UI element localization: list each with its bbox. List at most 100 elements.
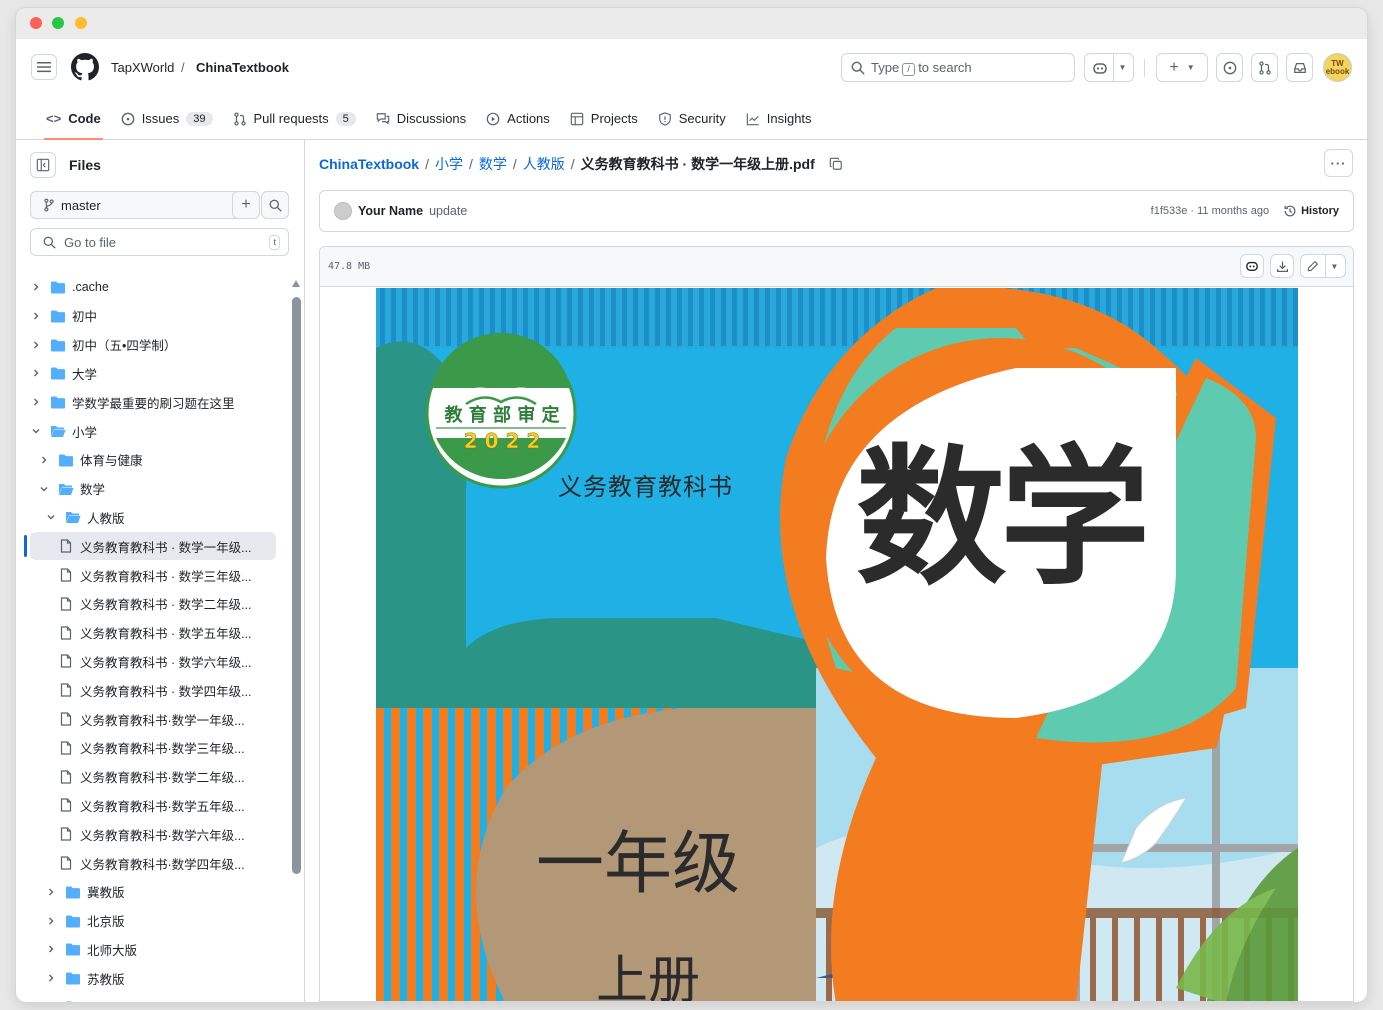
edit-file-button[interactable]: ▼ bbox=[1300, 254, 1346, 278]
history-button[interactable]: History bbox=[1283, 204, 1339, 218]
tree-file-item[interactable]: 义务教育教科书·数学一年级... bbox=[30, 705, 276, 733]
commit-author[interactable]: Your Name bbox=[358, 204, 423, 218]
tab-actions[interactable]: Actions bbox=[476, 97, 560, 140]
owner-repo-separator: / bbox=[181, 60, 185, 75]
tree-folder-item[interactable]: 北师大版 bbox=[30, 935, 276, 963]
chevron-right-icon[interactable] bbox=[30, 397, 42, 407]
tree-file-item[interactable]: 义务教育教科书 · 数学四年级... bbox=[30, 676, 276, 704]
copy-icon[interactable] bbox=[829, 157, 843, 171]
tab-insights[interactable]: Insights bbox=[736, 97, 822, 140]
go-to-file-input[interactable]: Go to file t bbox=[30, 228, 289, 256]
zoom-window-button[interactable] bbox=[75, 17, 87, 29]
breadcrumb-link-edition[interactable]: 人教版 bbox=[523, 154, 565, 174]
folder-icon bbox=[50, 281, 66, 294]
commit-message[interactable]: update bbox=[429, 204, 467, 218]
download-button[interactable] bbox=[1270, 254, 1294, 278]
pencil-icon bbox=[1307, 260, 1319, 271]
tree-folder-item[interactable]: .cache bbox=[30, 273, 276, 301]
repo-owner-link[interactable]: TapXWorld bbox=[111, 60, 174, 75]
inbox-button[interactable] bbox=[1286, 53, 1313, 82]
tree-file-item[interactable]: 义务教育教科书 · 数学一年级... bbox=[30, 532, 276, 561]
tab-security[interactable]: Security bbox=[648, 97, 736, 140]
tree-item-label: 义务教育教科书 · 数学四年级... bbox=[80, 684, 252, 699]
tree-scrollbar[interactable] bbox=[292, 140, 301, 874]
tree-folder-item[interactable]: 体育与健康 bbox=[30, 446, 276, 474]
breadcrumb-link-primary[interactable]: 小学 bbox=[435, 154, 463, 174]
chevron-down-icon[interactable] bbox=[38, 484, 50, 494]
issues-button[interactable] bbox=[1216, 53, 1243, 82]
tree-file-item[interactable]: 义务教育教科书·数学六年级... bbox=[30, 820, 276, 848]
chevron-right-icon[interactable] bbox=[30, 340, 42, 350]
tree-folder-item[interactable]: 小学 bbox=[30, 417, 276, 445]
tab-code[interactable]: <> Code bbox=[36, 97, 111, 140]
folder-icon bbox=[50, 367, 66, 380]
tab-pull-requests[interactable]: Pull requests 5 bbox=[223, 97, 366, 140]
scrollbar-thumb[interactable] bbox=[292, 297, 301, 874]
tree-folder-item[interactable]: 冀教版 bbox=[30, 878, 276, 906]
copilot-menu-button[interactable]: ▼ bbox=[1084, 53, 1134, 82]
chevron-right-icon[interactable] bbox=[45, 944, 57, 954]
tree-folder-item[interactable]: 西南大学版 bbox=[30, 993, 276, 1002]
tree-file-item[interactable]: 义务教育教科书 · 数学三年级... bbox=[30, 561, 276, 589]
breadcrumb-link-repo[interactable]: ChinaTextbook bbox=[319, 156, 419, 172]
tree-folder-item[interactable]: 人教版 bbox=[30, 503, 276, 531]
github-logo-icon[interactable] bbox=[71, 53, 99, 81]
branch-selector[interactable]: master ▼ bbox=[30, 191, 252, 219]
chevron-right-icon[interactable] bbox=[30, 368, 42, 378]
menu-button[interactable] bbox=[31, 54, 57, 80]
commit-sha-time[interactable]: f1f533e · 11 months ago bbox=[1151, 205, 1269, 217]
chevron-down-icon[interactable] bbox=[45, 512, 57, 522]
tree-folder-item[interactable]: 初中（五•四学制） bbox=[30, 331, 276, 359]
chevron-right-icon[interactable] bbox=[45, 973, 57, 983]
collapse-sidebar-button[interactable] bbox=[30, 152, 56, 178]
tree-folder-item[interactable]: 初中 bbox=[30, 302, 276, 330]
tree-item-label: 义务教育教科书·数学六年级... bbox=[80, 828, 245, 843]
chevron-right-icon[interactable] bbox=[30, 311, 42, 321]
search-files-button[interactable] bbox=[261, 191, 289, 219]
tree-item-label: 初中 bbox=[72, 310, 98, 325]
pull-requests-button[interactable] bbox=[1251, 53, 1278, 82]
files-title: Files bbox=[69, 157, 101, 173]
tree-file-item[interactable]: 义务教育教科书·数学五年级... bbox=[30, 791, 276, 819]
chevron-right-icon[interactable] bbox=[45, 887, 57, 897]
search-icon bbox=[851, 61, 865, 75]
tree-file-item[interactable]: 义务教育教科书·数学四年级... bbox=[30, 849, 276, 877]
tree-folder-item[interactable]: 北京版 bbox=[30, 907, 276, 935]
more-options-button[interactable]: ··· bbox=[1324, 149, 1353, 177]
tree-folder-item[interactable]: 大学 bbox=[30, 359, 276, 387]
chevron-right-icon[interactable] bbox=[30, 282, 42, 292]
pdf-viewer: 47.8 MB ▼ 教 育 部 审 定 2 0 2 2 义务教育教科书 数学 一… bbox=[319, 246, 1354, 1002]
tree-item-label: .cache bbox=[72, 280, 109, 294]
chevron-down-icon: ▼ bbox=[1332, 261, 1337, 271]
breadcrumb-link-math[interactable]: 数学 bbox=[479, 154, 507, 174]
close-window-button[interactable] bbox=[30, 17, 42, 29]
tree-file-item[interactable]: 义务教育教科书·数学三年级... bbox=[30, 734, 276, 762]
scroll-up-arrow-icon[interactable] bbox=[292, 280, 300, 287]
chevron-right-icon[interactable] bbox=[38, 455, 50, 465]
ask-copilot-button[interactable] bbox=[1240, 254, 1264, 278]
tab-projects[interactable]: Projects bbox=[560, 97, 648, 140]
create-new-button[interactable]: + ▼ bbox=[1156, 53, 1208, 82]
folder-icon bbox=[65, 915, 81, 928]
search-input[interactable]: Type / to search bbox=[841, 53, 1075, 82]
tree-folder-item[interactable]: 学数学最重要的刷习题在这里 bbox=[30, 388, 276, 416]
tree-file-item[interactable]: 义务教育教科书 · 数学六年级... bbox=[30, 647, 276, 675]
tree-file-item[interactable]: 义务教育教科书 · 数学二年级... bbox=[30, 590, 276, 618]
tree-file-item[interactable]: 义务教育教科书·数学二年级... bbox=[30, 763, 276, 791]
tab-discussions[interactable]: Discussions bbox=[366, 97, 476, 140]
avatar[interactable]: TW ebook bbox=[1323, 53, 1352, 82]
tree-folder-item[interactable]: 数学 bbox=[30, 475, 276, 503]
commit-author-avatar[interactable] bbox=[334, 202, 352, 220]
folder-icon bbox=[50, 310, 66, 323]
chevron-right-icon[interactable] bbox=[45, 916, 57, 926]
tab-issues[interactable]: Issues 39 bbox=[111, 97, 223, 140]
repo-name-link[interactable]: ChinaTextbook bbox=[196, 60, 289, 75]
add-file-button[interactable]: + bbox=[232, 191, 260, 219]
tree-item-label: 冀教版 bbox=[87, 886, 125, 901]
tree-file-item[interactable]: 义务教育教科书 · 数学五年级... bbox=[30, 619, 276, 647]
tree-folder-item[interactable]: 苏教版 bbox=[30, 964, 276, 992]
tree-item-label: 大学 bbox=[72, 367, 98, 382]
chevron-down-icon[interactable] bbox=[30, 426, 42, 436]
file-icon bbox=[60, 712, 72, 726]
minimize-window-button[interactable] bbox=[52, 17, 64, 29]
